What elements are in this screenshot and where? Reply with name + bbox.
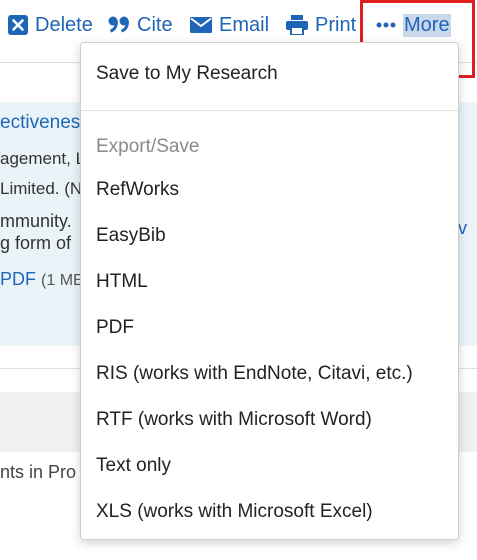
print-button[interactable]: Print: [286, 10, 356, 40]
menu-item-save-to-my-research[interactable]: Save to My Research: [96, 63, 278, 85]
result-abstract-line: mmunity.: [0, 211, 72, 231]
result-title-link[interactable]: ectivenes: [0, 112, 80, 134]
menu-item-refworks[interactable]: RefWorks: [96, 179, 179, 201]
section-text: nts in Pro: [0, 462, 77, 482]
menu-item-ris[interactable]: RIS (works with EndNote, Citavi, etc.): [96, 363, 413, 385]
email-button[interactable]: Email: [190, 10, 269, 40]
envelope-icon: [190, 17, 212, 33]
cite-label: Cite: [137, 13, 173, 36]
result-side-link[interactable]: v: [458, 218, 467, 239]
pdf-link[interactable]: PDF: [0, 269, 36, 289]
print-label: Print: [315, 13, 357, 36]
menu-item-xls[interactable]: XLS (works with Microsoft Excel): [96, 501, 373, 523]
result-fulltext-row: PDF (1 ME: [0, 269, 84, 290]
delete-label: Delete: [35, 13, 93, 36]
menu-item-text-only[interactable]: Text only: [96, 455, 171, 477]
email-label: Email: [219, 13, 270, 36]
menu-item-pdf[interactable]: PDF: [96, 317, 134, 339]
more-dropdown-menu: Save to My Research Export/Save RefWorks…: [80, 42, 459, 540]
menu-item-html[interactable]: HTML: [96, 271, 148, 293]
menu-item-rtf[interactable]: RTF (works with Microsoft Word): [96, 409, 372, 431]
delete-button[interactable]: Delete: [8, 10, 93, 40]
result-source-line: agement, L: [0, 149, 86, 168]
result-abstract-line: g form of: [0, 233, 72, 253]
pdf-size: (1 ME: [41, 272, 84, 289]
printer-icon: [286, 15, 308, 35]
cite-button[interactable]: Cite: [108, 10, 173, 40]
menu-section-header: Export/Save: [96, 136, 200, 157]
menu-item-easybib[interactable]: EasyBib: [96, 225, 166, 247]
delete-icon: [8, 15, 28, 35]
result-publisher-line: Limited. (N: [0, 179, 83, 198]
menu-divider: [81, 110, 458, 111]
quote-icon: [108, 15, 130, 35]
